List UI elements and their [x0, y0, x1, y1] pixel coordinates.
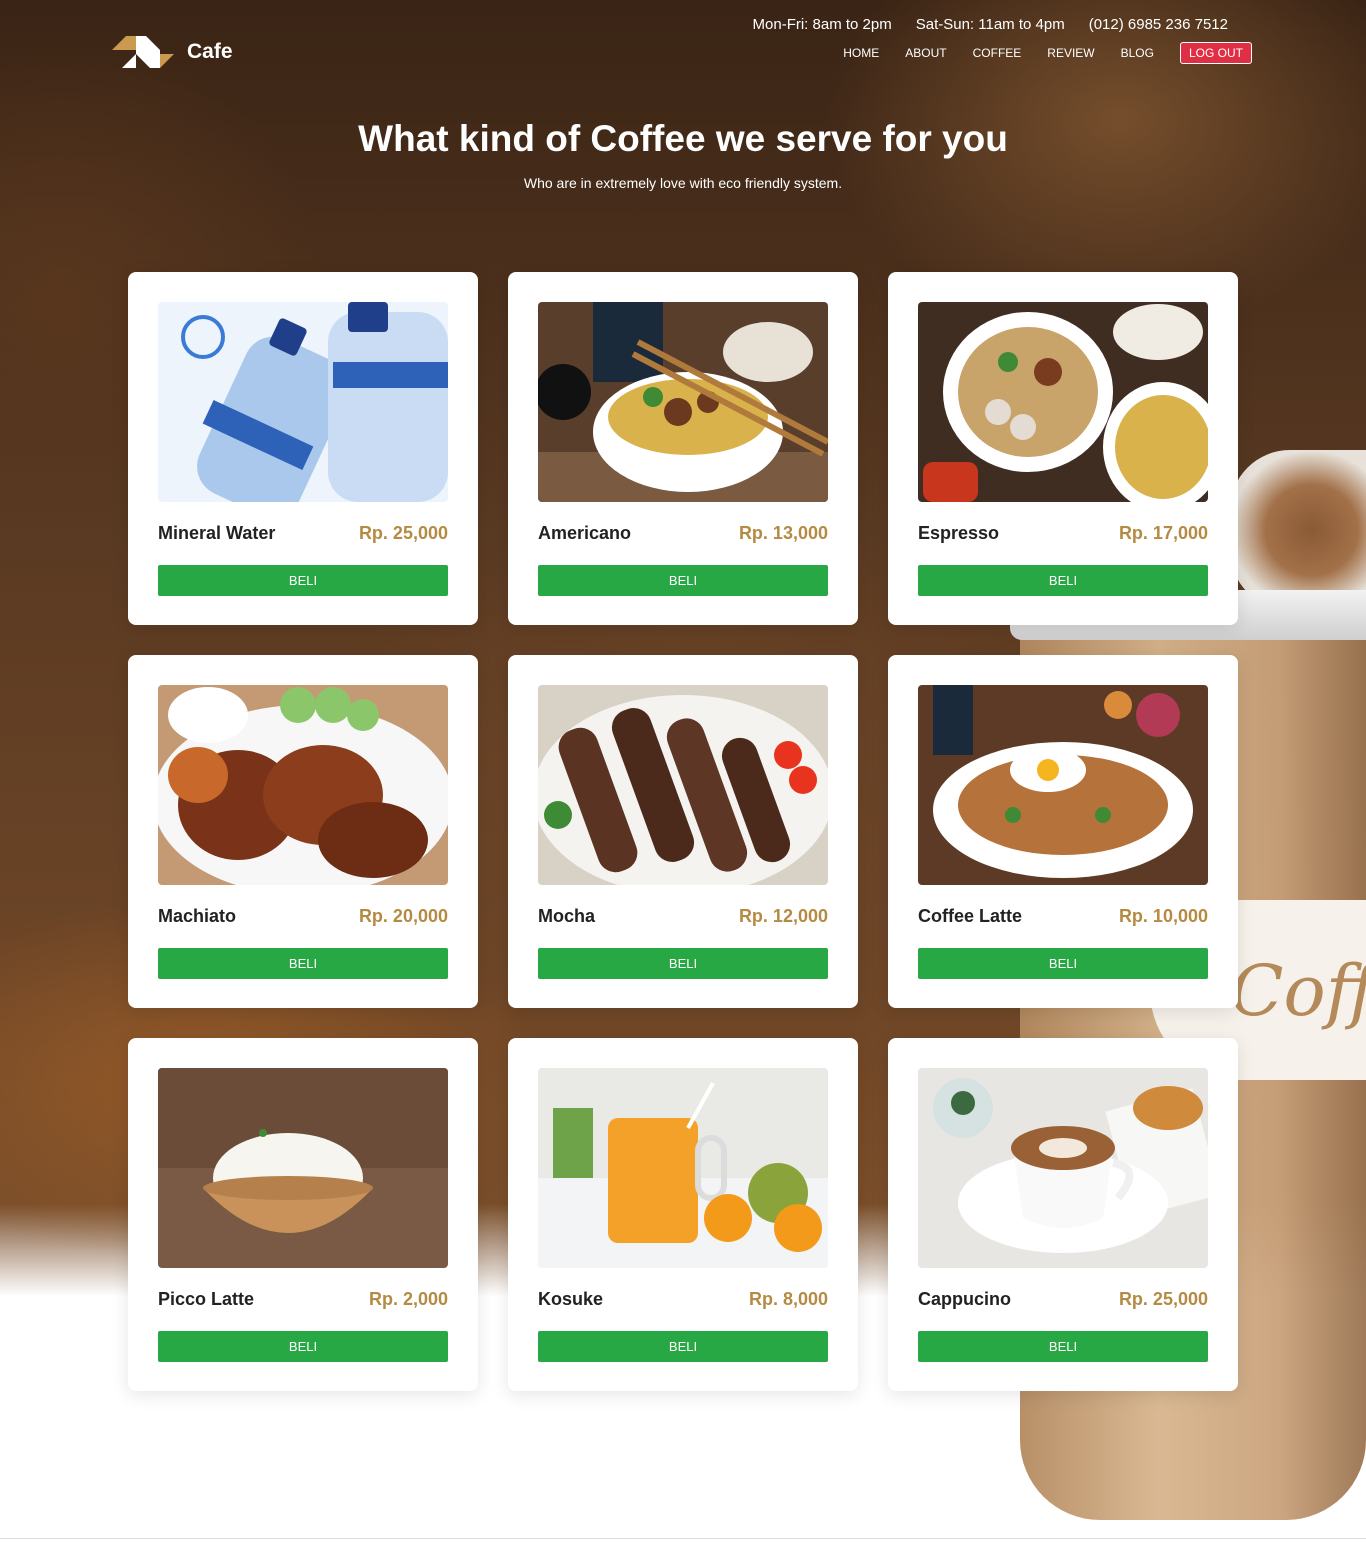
buy-button[interactable]: BELI — [158, 565, 448, 596]
product-grid: Mineral Water Rp. 25,000 BELI Americano … — [128, 272, 1238, 1391]
product-price: Rp. 8,000 — [748, 1288, 828, 1309]
product-image — [538, 685, 828, 885]
main-nav: HOME ABOUT COFFEE REVIEW BLOG LOG OUT — [843, 42, 1252, 64]
buy-button[interactable]: BELI — [918, 565, 1208, 596]
contact-info: Mon-Fri: 8am to 2pm Sat-Sun: 11am to 4pm… — [753, 16, 1228, 33]
product-price: Rp. 25,000 — [1118, 1288, 1208, 1309]
product-price: Rp. 2,000 — [368, 1288, 448, 1309]
buy-button[interactable]: BELI — [538, 948, 828, 979]
product-name: Cappucino — [918, 1288, 1011, 1309]
buy-button[interactable]: BELI — [538, 565, 828, 596]
brand-home-link[interactable]: Cafe — [112, 36, 233, 68]
nav-review[interactable]: REVIEW — [1047, 46, 1094, 60]
product-card-mocha: Mocha Rp. 12,000 BELI — [508, 655, 858, 1008]
product-name: Machiato — [158, 905, 237, 926]
brand-logo-icon — [112, 36, 174, 68]
product-card-mineral-water: Mineral Water Rp. 25,000 BELI — [128, 272, 478, 625]
buy-button[interactable]: BELI — [918, 948, 1208, 979]
product-card-picco-latte: Picco Latte Rp. 2,000 BELI — [128, 1038, 478, 1391]
product-card-espresso: Espresso Rp. 17,000 BELI — [888, 272, 1238, 625]
product-image — [158, 1068, 448, 1268]
nav-home[interactable]: HOME — [843, 46, 879, 60]
product-price: Rp. 25,000 — [358, 522, 448, 543]
page-title: What kind of Coffee we serve for you — [358, 118, 1008, 159]
product-price: Rp. 13,000 — [738, 522, 828, 543]
product-image — [158, 685, 448, 885]
product-image — [538, 1068, 828, 1268]
buy-button[interactable]: BELI — [918, 1331, 1208, 1362]
logout-button[interactable]: LOG OUT — [1179, 42, 1252, 64]
product-card-americano: Americano Rp. 13,000 BELI — [508, 272, 858, 625]
buy-button[interactable]: BELI — [158, 1331, 448, 1362]
product-image — [918, 302, 1208, 502]
product-name: Espresso — [918, 522, 1000, 543]
product-card-machiato: Machiato Rp. 20,000 BELI — [128, 655, 478, 1008]
product-image — [538, 302, 828, 502]
page-subtitle: Who are in extremely love with eco frien… — [523, 175, 843, 191]
product-name: Americano — [538, 522, 632, 543]
product-image — [158, 302, 448, 502]
product-card-coffee-latte: Coffee Latte Rp. 10,000 BELI — [888, 655, 1238, 1008]
weekend-hours: Sat-Sun: 11am to 4pm — [915, 16, 1065, 33]
background-coffee-surface — [1230, 450, 1366, 610]
product-card-kosuke: Kosuke Rp. 8,000 BELI — [508, 1038, 858, 1391]
product-price: Rp. 17,000 — [1118, 522, 1208, 543]
footer-divider — [0, 1538, 1366, 1539]
product-name: Picco Latte — [158, 1288, 255, 1309]
product-card-cappucino: Cappucino Rp. 25,000 BELI — [888, 1038, 1238, 1391]
weekday-hours: Mon-Fri: 8am to 2pm — [752, 16, 892, 33]
nav-about[interactable]: ABOUT — [905, 46, 946, 60]
site-header: Cafe Mon-Fri: 8am to 2pm Sat-Sun: 11am t… — [0, 0, 1366, 80]
product-price: Rp. 20,000 — [358, 905, 448, 926]
product-name: Mineral Water — [158, 522, 276, 543]
product-price: Rp. 10,000 — [1118, 905, 1208, 926]
brand-name: Cafe — [187, 40, 233, 63]
product-price: Rp. 12,000 — [738, 905, 828, 926]
nav-coffee[interactable]: COFFEE — [973, 46, 1022, 60]
product-name: Coffee Latte — [918, 905, 1023, 926]
product-image — [918, 685, 1208, 885]
buy-button[interactable]: BELI — [538, 1331, 828, 1362]
product-name: Mocha — [538, 905, 596, 926]
product-name: Kosuke — [538, 1288, 604, 1309]
nav-blog[interactable]: BLOG — [1121, 46, 1154, 60]
product-image — [918, 1068, 1208, 1268]
buy-button[interactable]: BELI — [158, 948, 448, 979]
phone-number: (012) 6985 236 7512 — [1088, 16, 1228, 33]
